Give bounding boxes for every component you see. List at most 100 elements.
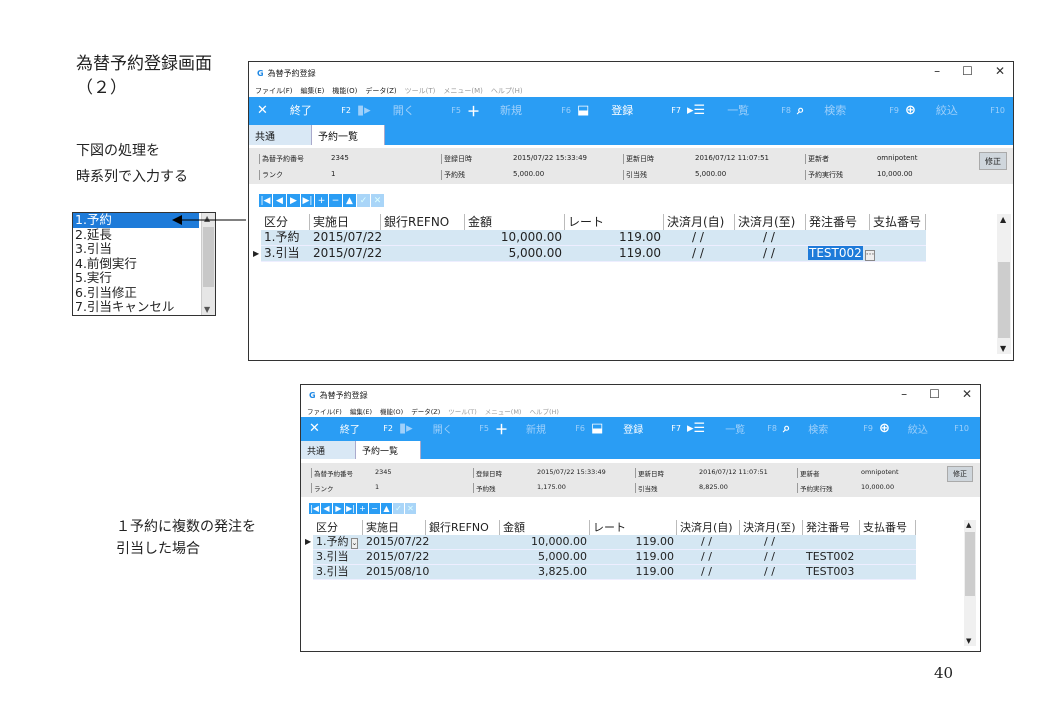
post-edit-icon[interactable]: ✓ — [357, 194, 370, 207]
listbox-item[interactable]: 3.引当 — [73, 241, 199, 257]
cell-payment-no[interactable] — [870, 230, 926, 245]
minimize-button[interactable]: – — [901, 387, 907, 401]
cell-rate[interactable]: 119.00 — [565, 230, 664, 245]
cell-date[interactable]: 2015/07/22 — [310, 246, 382, 261]
new-button[interactable]: ＋ 新規 F6 — [467, 101, 577, 120]
listbox-scroll-thumb[interactable] — [203, 227, 214, 287]
cell-order-no-editing[interactable]: TEST002 ··· — [806, 246, 876, 261]
list-button[interactable]: ▸☰ 一覧 F8 — [687, 102, 797, 118]
cell-date[interactable]: 2015/07/22 — [310, 230, 382, 245]
prev-record-icon[interactable]: ◀ — [273, 194, 286, 207]
cancel-edit-icon[interactable]: ✕ — [371, 194, 384, 207]
menu-tools[interactable]: ツール(T) — [448, 406, 477, 416]
cell-settle-to[interactable]: / / — [740, 535, 803, 549]
cell-refno[interactable] — [381, 246, 465, 261]
tab-common[interactable]: 共通 — [301, 441, 356, 459]
cell-order-no[interactable]: TEST002 — [803, 550, 860, 564]
cancel-edit-icon[interactable]: ✕ — [405, 503, 416, 514]
cell-amount[interactable]: 3,825.00 — [500, 565, 590, 579]
next-record-icon[interactable]: ▶ — [333, 503, 344, 514]
cell-rate[interactable]: 119.00 — [590, 550, 677, 564]
tab-reservation-list[interactable]: 予約一覧 — [312, 125, 385, 145]
dropdown-button[interactable]: ⌄ — [350, 538, 359, 549]
cell-date[interactable]: 2015/08/10 — [363, 565, 429, 579]
grid-scrollbar[interactable]: ▲ ▼ — [964, 520, 976, 646]
last-record-icon[interactable]: ▶| — [301, 194, 314, 207]
cell-amount[interactable]: 10,000.00 — [465, 230, 565, 245]
cell-payment-no[interactable] — [860, 535, 916, 549]
cell-kubun-editing[interactable]: 1.予約 ⌄ — [313, 535, 363, 549]
delete-record-icon[interactable]: − — [329, 194, 342, 207]
menu-menu[interactable]: メニュー(M) — [443, 86, 483, 96]
close-button[interactable]: ✕ — [995, 64, 1005, 78]
cell-order-no[interactable] — [803, 535, 860, 549]
grid-scroll-thumb[interactable] — [998, 262, 1010, 338]
cell-refno[interactable] — [426, 535, 500, 549]
grid-scroll-thumb[interactable] — [965, 532, 975, 596]
menu-data[interactable]: データ(Z) — [365, 86, 396, 96]
cell-amount[interactable]: 10,000.00 — [500, 535, 590, 549]
cell-kubun[interactable]: 3.引当 — [313, 550, 363, 564]
cell-settle-to[interactable]: / / — [740, 550, 803, 564]
listbox-item[interactable]: 6.引当修正 — [73, 285, 199, 301]
add-record-icon[interactable]: + — [357, 503, 368, 514]
table-row[interactable]: ▶ 3.引当 2015/07/22 5,000.00 119.00 / / / … — [253, 246, 926, 262]
search-button[interactable]: ⌕ 検索 F9 — [797, 102, 905, 118]
chevron-up-icon[interactable]: ▲ — [966, 521, 971, 529]
cell-amount[interactable]: 5,000.00 — [465, 246, 565, 261]
prev-record-icon[interactable]: ◀ — [321, 503, 332, 514]
cell-payment-no[interactable] — [870, 246, 926, 261]
menu-help[interactable]: ヘルプ(H) — [491, 86, 523, 96]
register-button[interactable]: ⬓ 登録 F7 — [591, 421, 687, 436]
chevron-down-icon[interactable]: ▼ — [966, 637, 971, 645]
cell-order-no[interactable]: TEST003 — [803, 565, 860, 579]
menu-function[interactable]: 機能(O) — [380, 406, 403, 416]
first-record-icon[interactable]: |◀ — [309, 503, 320, 514]
first-record-icon[interactable]: |◀ — [259, 194, 272, 207]
filter-button[interactable]: ⊕ 絞込 F10 — [905, 102, 1011, 118]
chevron-up-icon[interactable]: ▲ — [1000, 215, 1006, 224]
cell-kubun[interactable]: 1.予約 — [261, 230, 310, 245]
maximize-button[interactable]: ☐ — [929, 387, 940, 401]
table-row[interactable]: 3.引当 2015/08/10 3,825.00 119.00 / / / / … — [313, 565, 916, 580]
cell-kubun[interactable]: 3.引当 — [313, 565, 363, 579]
cell-settle-to[interactable]: / / — [740, 565, 803, 579]
chevron-down-icon[interactable]: ▼ — [204, 305, 210, 314]
listbox-item[interactable]: 5.実行 — [73, 270, 199, 286]
grid-scrollbar[interactable]: ▲ ▼ — [997, 214, 1011, 354]
cell-payment-no[interactable] — [860, 565, 916, 579]
table-row[interactable]: 3.引当 2015/07/22 5,000.00 119.00 / / / / … — [313, 550, 916, 565]
cell-settle-from[interactable]: / / — [677, 535, 740, 549]
maximize-button[interactable]: ☐ — [962, 64, 973, 78]
add-record-icon[interactable]: + — [315, 194, 328, 207]
exit-button[interactable]: ✕ 終了 F2 — [249, 102, 357, 118]
menu-help[interactable]: ヘルプ(H) — [529, 406, 558, 416]
open-button[interactable]: ▮▸ 開く F5 — [399, 421, 495, 436]
menu-tools[interactable]: ツール(T) — [405, 86, 436, 96]
filter-button[interactable]: ⊕ 絞込 F10 — [879, 421, 975, 436]
cell-payment-no[interactable] — [860, 550, 916, 564]
order-no-input[interactable]: TEST002 — [808, 246, 863, 260]
move-up-icon[interactable]: ▲ — [343, 194, 356, 207]
table-row[interactable]: 1.予約 2015/07/22 10,000.00 119.00 / / / / — [261, 230, 926, 246]
cell-settle-from[interactable]: / / — [677, 565, 740, 579]
new-button[interactable]: ＋ 新規 F6 — [495, 419, 591, 438]
open-button[interactable]: ▮▸ 開く F5 — [357, 102, 467, 118]
cell-date[interactable]: 2015/07/22 — [363, 535, 429, 549]
edit-button[interactable]: 修正 — [979, 152, 1007, 170]
kubun-select[interactable]: 1.予約 — [316, 535, 349, 548]
cell-refno[interactable] — [426, 550, 500, 564]
cell-refno[interactable] — [381, 230, 465, 245]
menu-file[interactable]: ファイル(F) — [307, 406, 342, 416]
menu-data[interactable]: データ(Z) — [411, 406, 440, 416]
close-button[interactable]: ✕ — [962, 387, 972, 401]
delete-record-icon[interactable]: − — [369, 503, 380, 514]
move-up-icon[interactable]: ▲ — [381, 503, 392, 514]
cell-settle-from[interactable]: / / — [664, 246, 735, 261]
cell-rate[interactable]: 119.00 — [590, 565, 677, 579]
chevron-down-icon[interactable]: ▼ — [1000, 344, 1006, 353]
next-record-icon[interactable]: ▶ — [287, 194, 300, 207]
tab-common[interactable]: 共通 — [249, 125, 312, 145]
register-button[interactable]: ⬓ 登録 F7 — [577, 102, 687, 118]
minimize-button[interactable]: – — [934, 64, 940, 78]
